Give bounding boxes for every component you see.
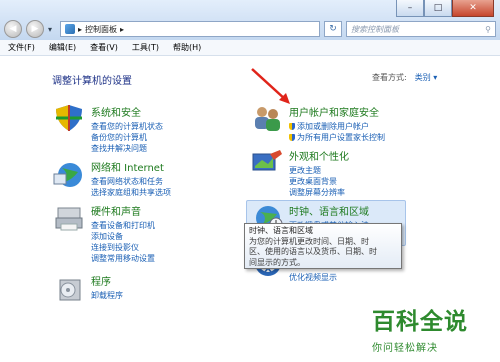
view-by: 查看方式: 类别 ▾ [372,72,437,83]
link-screen-resolution[interactable]: 调整屏幕分辨率 [289,187,349,198]
tooltip-line: 间显示的方式。 [249,257,305,267]
category-programs: 程序 卸载程序 [91,273,123,301]
category-title[interactable]: 用户帐户和家庭安全 [289,104,385,119]
uac-shield-icon [289,123,295,130]
uac-shield-icon [289,134,295,141]
category-title[interactable]: 网络和 Internet [91,159,171,174]
link-devices-printers[interactable]: 查看设备和打印机 [91,220,155,231]
view-by-dropdown[interactable]: 类别 ▾ [415,72,438,83]
link-mobility-settings[interactable]: 调整常用移动设置 [91,253,155,264]
link-uninstall-program[interactable]: 卸载程序 [91,290,123,301]
watermark-subtitle: 你问轻松解决 [372,343,438,354]
menu-tools[interactable]: 工具(T) [132,42,159,53]
search-input[interactable]: 搜索控制面板 ⚲ [346,21,496,37]
category-appearance: 外观和个性化 更改主题 更改桌面背景 调整屏幕分辨率 [289,148,349,198]
search-icon[interactable]: ⚲ [485,25,491,34]
category-hardware-sound: 硬件和声音 查看设备和打印机 添加设备 连接到投影仪 调整常用移动设置 [91,203,155,264]
hardware-sound-icon[interactable] [52,204,86,234]
link-connect-projector[interactable]: 连接到投影仪 [91,242,155,253]
link-label: 为所有用户设置家长控制 [297,133,385,142]
link-view-computer-status[interactable]: 查看您的计算机状态 [91,121,163,132]
menu-view[interactable]: 查看(V) [90,42,118,53]
control-panel-icon [65,24,75,34]
address-separator-2: ▸ [120,24,125,34]
link-parental-controls[interactable]: 为所有用户设置家长控制 [289,132,385,143]
window-titlebar: – □ ✕ ◀ ▶ ▾ ▸ 控制面板 ▸ ↻ 搜索控制面板 ⚲ [0,0,500,40]
address-separator: ▸ [78,24,83,34]
view-by-label: 查看方式: [372,73,407,82]
category-user-accounts: 用户帐户和家庭安全 添加或删除用户帐户 为所有用户设置家长控制 [289,104,385,143]
refresh-button[interactable]: ↻ [324,21,342,37]
user-accounts-icon[interactable] [250,103,284,133]
link-add-remove-accounts[interactable]: 添加或删除用户帐户 [289,121,385,132]
link-desktop-background[interactable]: 更改桌面背景 [289,176,349,187]
navigation-bar: ◀ ▶ ▾ ▸ 控制面板 ▸ ↻ 搜索控制面板 ⚲ [4,20,496,38]
watermark-title: 百科全说 [372,309,468,335]
category-system-security: 系统和安全 查看您的计算机状态 备份您的计算机 查找并解决问题 [91,104,163,154]
menu-edit[interactable]: 编辑(E) [49,42,76,53]
tooltip-line: 区、使用的语言以及货币、日期、时 [249,247,377,256]
link-optimize-video[interactable]: 优化视频显示 [289,272,337,283]
address-crumb[interactable]: 控制面板 [85,24,117,35]
back-button[interactable]: ◀ [4,20,22,38]
tooltip-title: 时钟、语言和区域 [249,226,313,235]
forward-button[interactable]: ▶ [26,20,44,38]
recent-pages-dropdown-icon[interactable]: ▾ [48,25,56,34]
appearance-icon[interactable] [250,148,284,178]
link-label: 添加或删除用户帐户 [297,122,369,131]
link-network-status[interactable]: 查看网络状态和任务 [91,176,171,187]
category-title[interactable]: 程序 [91,273,123,288]
link-homegroup-sharing[interactable]: 选择家庭组和共享选项 [91,187,171,198]
system-security-icon[interactable] [52,103,86,133]
address-bar[interactable]: ▸ 控制面板 ▸ [60,21,320,37]
page-title: 调整计算机的设置 [52,76,132,87]
network-internet-icon[interactable] [52,160,86,190]
category-title[interactable]: 时钟、语言和区域 [289,203,369,218]
menu-file[interactable]: 文件(F) [8,42,35,53]
window-controls: – □ ✕ [396,0,494,17]
close-button[interactable]: ✕ [452,0,494,17]
programs-icon[interactable] [52,274,86,304]
link-change-theme[interactable]: 更改主题 [289,165,349,176]
menu-bar: 文件(F) 编辑(E) 查看(V) 工具(T) 帮助(H) [0,40,500,56]
tooltip: 时钟、语言和区域 为您的计算机更改时间、日期、时 区、使用的语言以及货币、日期、… [244,223,402,269]
maximize-button[interactable]: □ [424,0,452,17]
category-ease-of-access: 优化视频显示 [289,272,337,283]
menu-help[interactable]: 帮助(H) [173,42,201,53]
tooltip-line: 为您的计算机更改时间、日期、时 [249,236,369,246]
category-title[interactable]: 硬件和声音 [91,203,155,218]
category-network-internet: 网络和 Internet 查看网络状态和任务 选择家庭组和共享选项 [91,159,171,198]
red-arrow-annotation [251,68,290,104]
search-placeholder: 搜索控制面板 [351,24,399,34]
category-title[interactable]: 系统和安全 [91,104,163,119]
link-add-device[interactable]: 添加设备 [91,231,155,242]
minimize-button[interactable]: – [396,0,424,17]
link-find-fix-problems[interactable]: 查找并解决问题 [91,143,163,154]
category-title[interactable]: 外观和个性化 [289,148,349,163]
watermark: 百科全说 你问轻松解决 [372,302,500,362]
link-backup-computer[interactable]: 备份您的计算机 [91,132,163,143]
